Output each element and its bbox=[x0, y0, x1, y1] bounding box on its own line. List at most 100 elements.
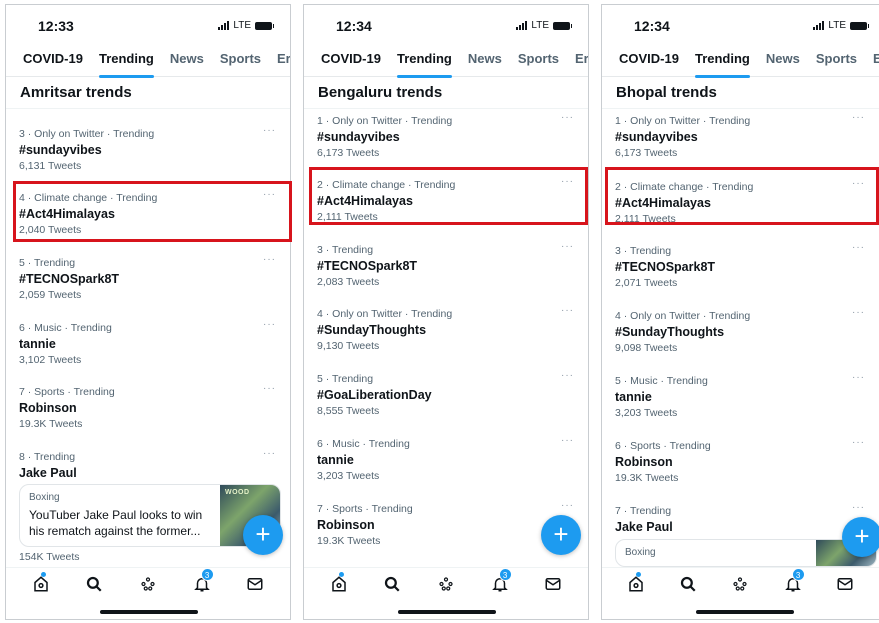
tab-covid-19[interactable]: COVID-19 bbox=[619, 51, 679, 77]
home-icon[interactable] bbox=[328, 572, 350, 595]
trend-meta: 3 · Only on Twitter · Trending bbox=[19, 128, 155, 140]
trend-item[interactable]: 1 · Only on Twitter · Trending #sundayvi… bbox=[317, 112, 580, 175]
compose-tweet-button[interactable]: + bbox=[842, 517, 879, 557]
explore-tabs: COVID-19 Trending News Sports Er bbox=[304, 51, 588, 78]
more-icon[interactable]: ··· bbox=[263, 254, 276, 265]
tab-trending[interactable]: Trending bbox=[396, 51, 452, 78]
spaces-icon[interactable] bbox=[137, 573, 159, 595]
tab-sports[interactable]: Sports bbox=[220, 51, 261, 77]
trend-item[interactable]: 5 · Trending #GoaLiberationDay 8,555 Twe… bbox=[317, 370, 580, 433]
notification-badge: 3 bbox=[791, 568, 805, 581]
trend-item[interactable]: 8 · Trending Jake Paul ··· bbox=[19, 448, 282, 480]
tab-covid-19[interactable]: COVID-19 bbox=[23, 51, 83, 77]
tab-trending[interactable]: Trending bbox=[694, 51, 750, 78]
tab-entertainment[interactable]: Er bbox=[575, 51, 588, 77]
home-icon[interactable] bbox=[625, 572, 647, 595]
messages-icon[interactable] bbox=[244, 573, 266, 595]
search-icon[interactable] bbox=[677, 573, 699, 595]
trend-item[interactable]: 7 · Sports · Trending Robinson 19.3K Twe… bbox=[19, 383, 282, 446]
messages-icon[interactable] bbox=[542, 573, 564, 595]
trend-count: 2,059 Tweets bbox=[19, 289, 82, 301]
more-icon[interactable]: ··· bbox=[561, 112, 574, 123]
trend-item[interactable]: 7 · Trending Jake Paul ··· bbox=[615, 502, 871, 534]
compose-tweet-button[interactable]: + bbox=[243, 515, 283, 555]
news-card[interactable]: Boxing YouTuber Jake Paul looks to win h… bbox=[19, 484, 281, 547]
bottom-nav: 3 bbox=[6, 567, 290, 600]
trend-item[interactable]: 4 · Only on Twitter · Trending #SundayTh… bbox=[317, 305, 580, 368]
notifications-icon[interactable]: 3 bbox=[489, 568, 512, 595]
signal-icon bbox=[218, 21, 230, 30]
bottom-nav: 3 bbox=[602, 567, 879, 600]
trend-item[interactable]: 5 · Trending #TECNOSpark8T 2,059 Tweets … bbox=[19, 254, 282, 317]
trend-meta: 5 · Music · Trending bbox=[615, 375, 708, 387]
trend-name: Jake Paul bbox=[615, 520, 673, 534]
tab-news[interactable]: News bbox=[170, 51, 204, 77]
trend-name: Robinson bbox=[615, 455, 673, 469]
more-icon[interactable]: ··· bbox=[852, 437, 865, 448]
tab-entertainment[interactable]: Er bbox=[277, 51, 290, 77]
more-icon[interactable]: ··· bbox=[852, 242, 865, 253]
tab-sports[interactable]: Sports bbox=[518, 51, 559, 77]
more-icon[interactable]: ··· bbox=[263, 448, 276, 459]
trend-count: 154K Tweets bbox=[19, 551, 80, 563]
tab-entertainment[interactable]: Er bbox=[873, 51, 879, 77]
trend-item[interactable]: 3 · Only on Twitter · Trending #sundayvi… bbox=[19, 125, 282, 188]
section-title: Bhopal trends bbox=[616, 84, 717, 101]
notifications-icon[interactable]: 3 bbox=[191, 568, 214, 595]
trend-meta: 5 · Trending bbox=[19, 257, 76, 269]
more-icon[interactable]: ··· bbox=[561, 370, 574, 381]
trend-name: tannie bbox=[615, 390, 652, 404]
trend-count: 3,203 Tweets bbox=[317, 470, 380, 482]
more-icon[interactable]: ··· bbox=[561, 500, 574, 511]
explore-tabs: COVID-19 Trending News Sports Er bbox=[6, 51, 290, 78]
more-icon[interactable]: ··· bbox=[852, 307, 865, 318]
spaces-icon[interactable] bbox=[729, 573, 751, 595]
home-indicator bbox=[696, 610, 794, 614]
trend-meta: 3 · Trending bbox=[615, 245, 672, 257]
tab-trending[interactable]: Trending bbox=[98, 51, 154, 78]
battery-icon bbox=[553, 21, 572, 30]
status-bar: 12:34 LTE bbox=[602, 5, 879, 43]
divider bbox=[6, 108, 290, 109]
trend-count: 2,083 Tweets bbox=[317, 276, 380, 288]
trend-item[interactable]: 4 · Only on Twitter · Trending #SundayTh… bbox=[615, 307, 871, 370]
signal-icon bbox=[813, 21, 825, 30]
trend-item[interactable]: 5 · Music · Trending tannie 3,203 Tweets… bbox=[615, 372, 871, 435]
search-icon[interactable] bbox=[381, 573, 403, 595]
more-icon[interactable]: ··· bbox=[263, 383, 276, 394]
spaces-icon[interactable] bbox=[435, 573, 457, 595]
signal-icon bbox=[516, 21, 528, 30]
tab-news[interactable]: News bbox=[468, 51, 502, 77]
notifications-icon[interactable]: 3 bbox=[782, 568, 805, 595]
more-icon[interactable]: ··· bbox=[263, 125, 276, 136]
trend-name: #TECNOSpark8T bbox=[317, 259, 418, 273]
trend-name: #sundayvibes bbox=[317, 130, 400, 144]
more-icon[interactable]: ··· bbox=[561, 305, 574, 316]
tab-covid-19[interactable]: COVID-19 bbox=[321, 51, 381, 77]
more-icon[interactable]: ··· bbox=[852, 112, 865, 123]
section-title: Amritsar trends bbox=[20, 84, 132, 101]
tab-news[interactable]: News bbox=[766, 51, 800, 77]
compose-tweet-button[interactable]: + bbox=[541, 515, 581, 555]
news-card[interactable]: Boxing bbox=[615, 539, 877, 567]
explore-tabs: COVID-19 Trending News Sports Er bbox=[602, 51, 879, 78]
trend-item[interactable]: 3 · Trending #TECNOSpark8T 2,071 Tweets … bbox=[615, 242, 871, 305]
search-icon[interactable] bbox=[83, 573, 105, 595]
network-status: LTE bbox=[813, 20, 869, 31]
more-icon[interactable]: ··· bbox=[263, 319, 276, 330]
trend-item[interactable]: 6 · Music · Trending tannie 3,203 Tweets… bbox=[317, 435, 580, 498]
trend-name: tannie bbox=[19, 337, 56, 351]
messages-icon[interactable] bbox=[834, 573, 856, 595]
trend-meta: 8 · Trending bbox=[19, 451, 76, 463]
more-icon[interactable]: ··· bbox=[561, 435, 574, 446]
home-icon[interactable] bbox=[30, 572, 52, 595]
trend-item[interactable]: 1 · Only on Twitter · Trending #sundayvi… bbox=[615, 112, 871, 175]
more-icon[interactable]: ··· bbox=[852, 372, 865, 383]
more-icon[interactable]: ··· bbox=[852, 502, 865, 513]
trend-item[interactable]: 6 · Music · Trending tannie 3,102 Tweets… bbox=[19, 319, 282, 382]
tab-sports[interactable]: Sports bbox=[816, 51, 857, 77]
more-icon[interactable]: ··· bbox=[561, 241, 574, 252]
trend-item[interactable]: 6 · Sports · Trending Robinson 19.3K Twe… bbox=[615, 437, 871, 500]
trend-name: #sundayvibes bbox=[19, 143, 102, 157]
trend-item[interactable]: 3 · Trending #TECNOSpark8T 2,083 Tweets … bbox=[317, 241, 580, 304]
